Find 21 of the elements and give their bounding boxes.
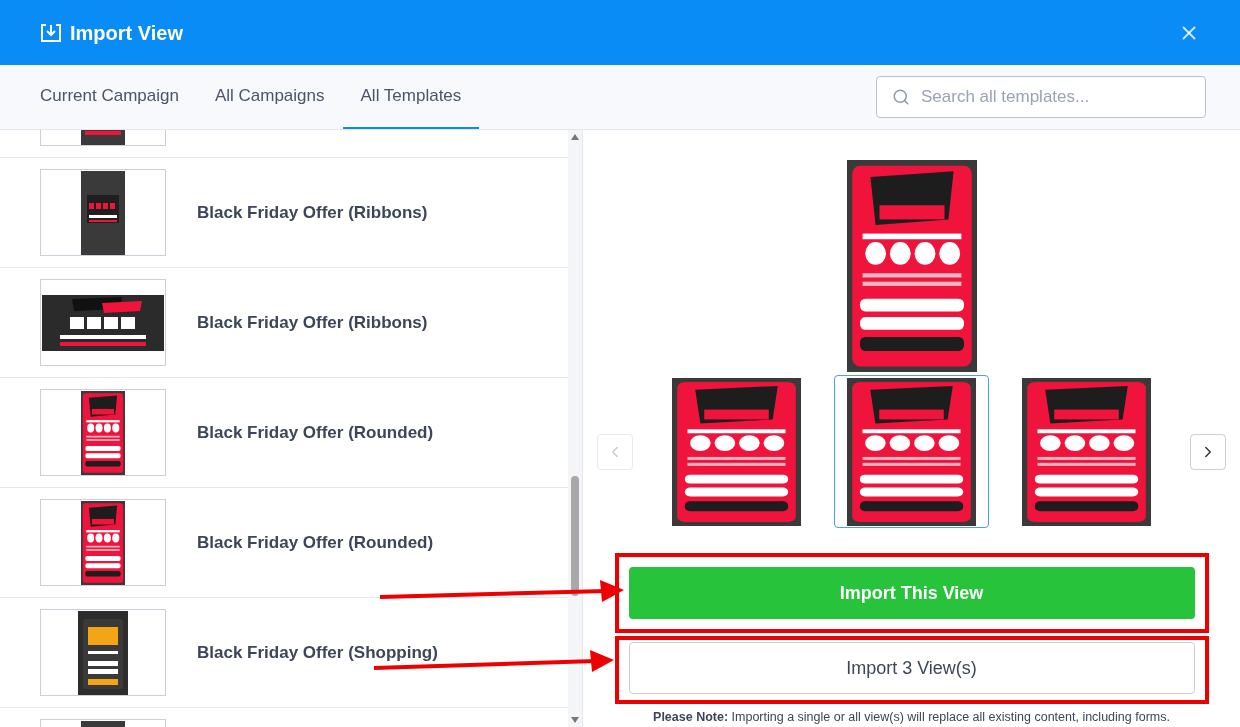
template-title[interactable]: Black Friday Offer (Shopping) (197, 639, 438, 666)
template-title[interactable]: Black Friday Offer (Ribbons) (197, 199, 428, 226)
template-title[interactable]: Black Friday Offer (Ribbons) (197, 309, 428, 336)
thumbnail-frame[interactable] (40, 389, 166, 476)
thumbnail-frame[interactable] (40, 609, 166, 696)
window-title: Import View (70, 20, 183, 46)
tab[interactable]: All Templates (342, 65, 480, 129)
search-field[interactable]: Search all templates... (876, 76, 1206, 118)
template-title[interactable]: Black Friday Offer (Rounded) (197, 419, 434, 446)
thumbnail-frame[interactable] (40, 169, 166, 256)
tab[interactable]: All Campaigns (196, 65, 343, 129)
note-text: Please Note: Importing a single or all view(s) will replace all existing content, including forms. (653, 709, 1170, 727)
search-icon (892, 88, 910, 106)
thumbnail-frame[interactable] (40, 499, 166, 586)
thumbnail-frame[interactable] (40, 279, 166, 366)
template-title[interactable]: Black Friday Offer (Rounded) (197, 529, 434, 556)
import-all-button[interactable]: Import 3 View(s) (628, 642, 1195, 695)
scrollbar[interactable] (568, 130, 582, 727)
tab[interactable]: Current Campaign (22, 65, 197, 129)
download-icon (40, 22, 62, 43)
slide-thumbnail[interactable] (834, 375, 989, 529)
